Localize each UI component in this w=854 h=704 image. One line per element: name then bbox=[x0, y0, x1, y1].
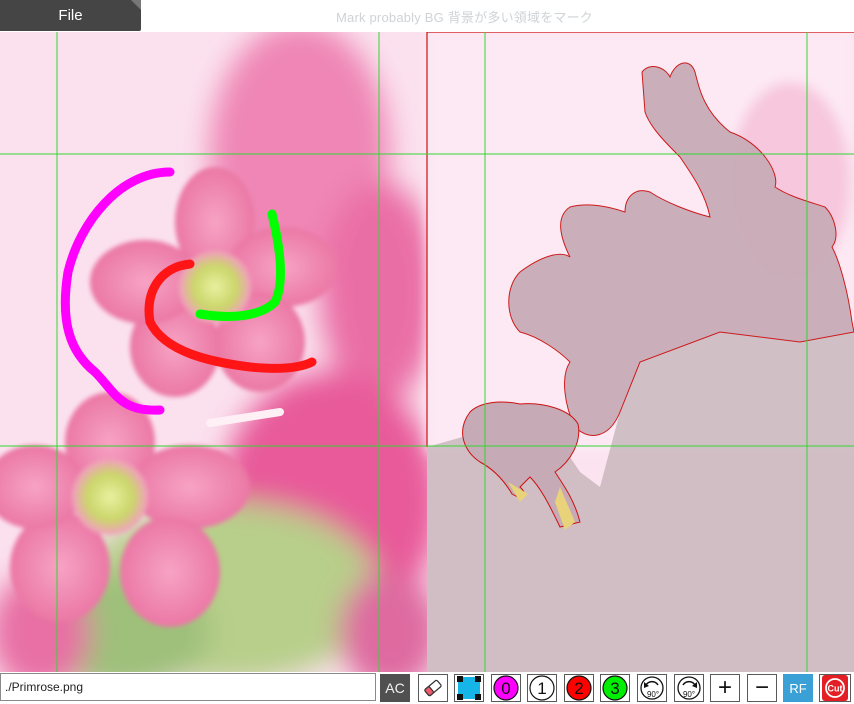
left-image bbox=[0, 32, 440, 672]
brush-3-label: 3 bbox=[610, 679, 619, 698]
cut-button[interactable]: Cut bbox=[819, 674, 851, 702]
brush-3-icon: 3 bbox=[602, 675, 628, 701]
rotate-left-icon: 90° bbox=[640, 676, 664, 700]
brush-1-icon: 1 bbox=[529, 675, 555, 701]
cut-label: Cut bbox=[828, 684, 843, 694]
eraser-button[interactable] bbox=[418, 674, 448, 702]
top-bar: File Mark probably BG 背景が多い領域をマーク bbox=[0, 0, 854, 32]
rotate-right-button[interactable]: 90° bbox=[674, 674, 704, 702]
brush-2-icon: 2 bbox=[566, 675, 592, 701]
select-area-icon bbox=[457, 676, 481, 700]
select-area-button[interactable] bbox=[454, 674, 484, 702]
brush-0-icon: 0 bbox=[493, 675, 519, 701]
rotate-right-label: 90° bbox=[683, 690, 695, 699]
zoom-in-button[interactable]: + bbox=[710, 674, 740, 702]
brush-2-label: 2 bbox=[574, 679, 583, 698]
brush-2-button[interactable]: 2 bbox=[564, 674, 594, 702]
ac-button[interactable]: AC bbox=[380, 674, 410, 702]
brush-0-label: 0 bbox=[501, 679, 510, 698]
rf-button[interactable]: RF bbox=[783, 674, 813, 702]
rotate-left-button[interactable]: 90° bbox=[637, 674, 667, 702]
rotate-right-icon: 90° bbox=[677, 676, 701, 700]
cut-icon: Cut bbox=[822, 675, 848, 701]
instruction-hint: Mark probably BG 背景が多い領域をマーク bbox=[336, 10, 593, 25]
eraser-icon bbox=[424, 679, 442, 697]
brush-1-button[interactable]: 1 bbox=[527, 674, 557, 702]
right-image bbox=[426, 32, 854, 672]
brush-0-button[interactable]: 0 bbox=[491, 674, 521, 702]
file-menu-button[interactable]: File bbox=[0, 0, 141, 31]
canvas-svg bbox=[0, 32, 854, 672]
zoom-out-button[interactable]: − bbox=[747, 674, 777, 702]
brush-3-button[interactable]: 3 bbox=[600, 674, 630, 702]
brush-1-label: 1 bbox=[537, 679, 546, 698]
rotate-left-label: 90° bbox=[647, 690, 659, 699]
filename-field[interactable]: ./Primrose.png bbox=[0, 673, 376, 701]
image-canvas[interactable] bbox=[0, 32, 854, 672]
